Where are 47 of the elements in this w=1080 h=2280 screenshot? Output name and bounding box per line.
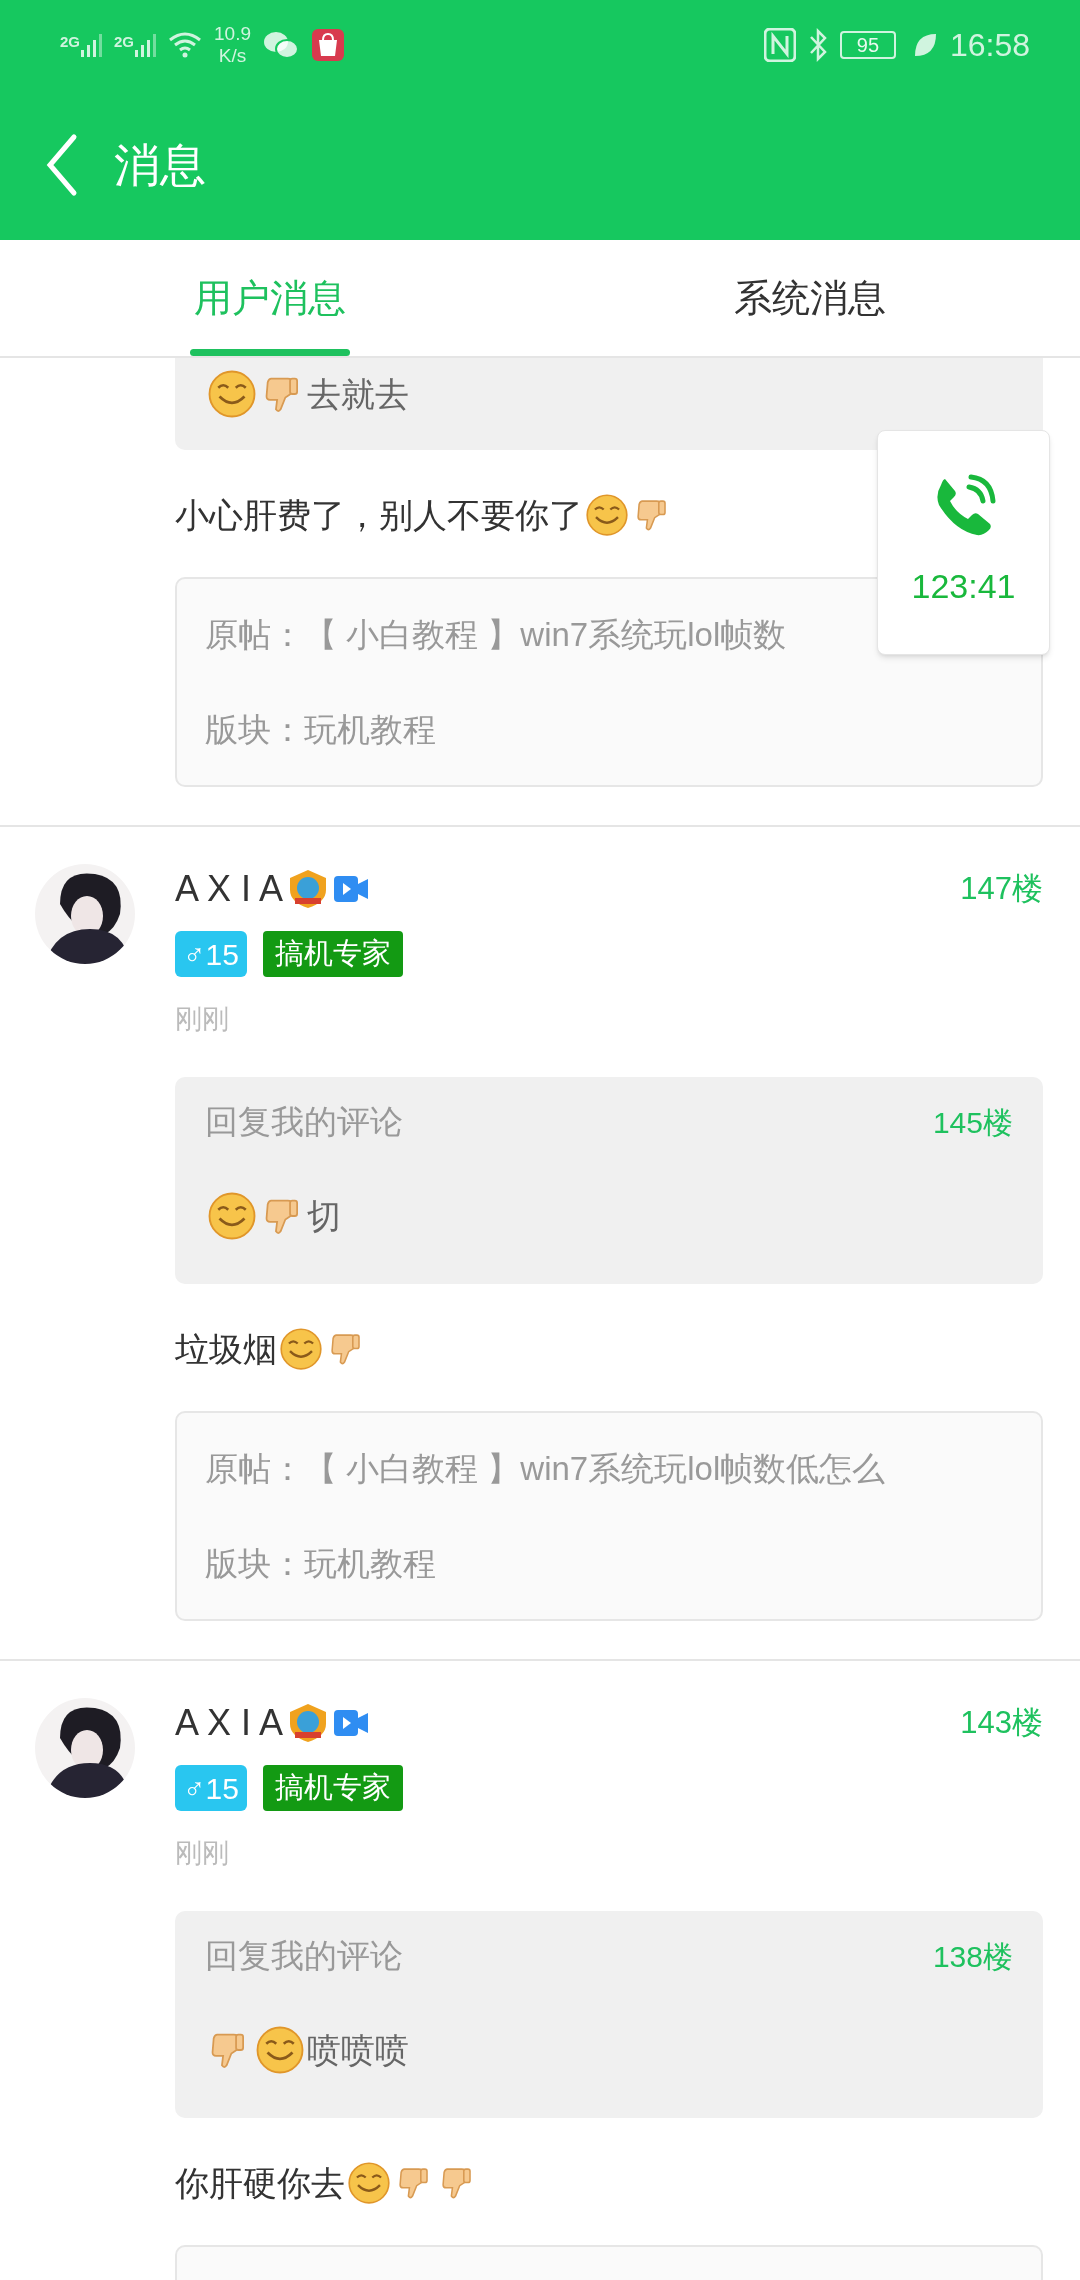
- signal-icon: [134, 32, 157, 58]
- tab[interactable]: 系统消息: [540, 240, 1080, 356]
- gender-level-badge: ♂15: [175, 1765, 247, 1811]
- title-badge: 搞机专家: [262, 931, 403, 977]
- message-text: 去就去: [307, 373, 409, 415]
- message-text: 喷喷喷: [307, 2029, 409, 2071]
- message-text: 切: [307, 1195, 341, 1237]
- clock-time: 16:58: [949, 26, 1030, 65]
- floor-number: 147楼: [960, 869, 1043, 908]
- smiley-icon: [585, 493, 629, 537]
- reply-label: 回复我的评论: [205, 1102, 403, 1143]
- smiley-icon: [207, 1191, 257, 1241]
- reply-label: 回复我的评论: [205, 1936, 403, 1977]
- post-title: 原帖：【 小白教程 】win7系统玩lol帧数低怎么: [205, 1449, 887, 1489]
- signal-icon: [80, 32, 102, 58]
- shopping-bag-icon: [311, 28, 345, 62]
- gender-level-badge: ♂15: [175, 931, 247, 977]
- message-text: 你肝硬你去: [175, 2162, 345, 2204]
- network-label: 2G: [114, 34, 135, 49]
- battery-level: 95: [856, 35, 880, 55]
- post-title: 原帖：【 小白教程 】win7系统玩lol帧数: [205, 615, 788, 655]
- message-text: 小心肝费了，别人不要你了: [175, 494, 583, 536]
- timestamp: 刚刚: [175, 1003, 230, 1036]
- wifi-icon: [168, 31, 203, 59]
- call-widget[interactable]: 123:41: [877, 430, 1050, 655]
- smiley-icon: [255, 2025, 305, 2075]
- smiley-icon: [279, 1327, 323, 1371]
- message-text: 垃圾烟: [175, 1328, 277, 1370]
- floor-number: 145楼: [932, 1104, 1013, 1141]
- smiley-icon: [347, 2161, 391, 2205]
- title-badge: 搞机专家: [262, 1765, 403, 1811]
- floor-number: 138楼: [932, 1938, 1013, 1975]
- user-name: A X I A: [175, 1701, 284, 1745]
- network-speed: 10.9: [214, 23, 251, 45]
- page-title: 消息: [114, 137, 206, 193]
- smiley-icon: [207, 369, 257, 419]
- post-board: 版块：玩机教程: [205, 1544, 437, 1584]
- bluetooth-icon: [807, 28, 828, 62]
- tab[interactable]: 用户消息: [0, 240, 540, 356]
- user-name: A X I A: [175, 867, 284, 911]
- chat-bubbles-icon: [263, 30, 299, 60]
- timestamp: 刚刚: [175, 1837, 230, 1870]
- speed-unit: K/s: [218, 45, 247, 67]
- floor-number: 143楼: [960, 1703, 1043, 1742]
- post-board: 版块：玩机教程: [205, 710, 437, 750]
- network-label: 2G: [60, 34, 80, 49]
- nfc-icon: [763, 28, 796, 62]
